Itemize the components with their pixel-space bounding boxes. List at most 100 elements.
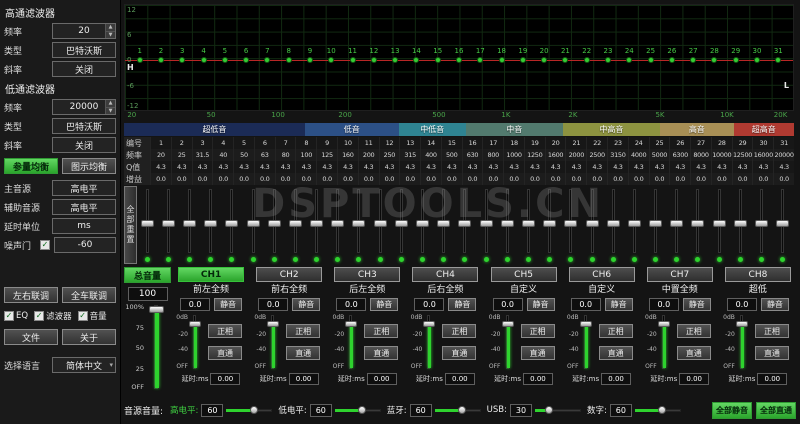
channel-tab-ch2[interactable]: CH2	[256, 267, 322, 282]
parametric-eq-button[interactable]: 参量均衡	[4, 158, 58, 174]
slider-thumb[interactable]	[267, 321, 279, 327]
channel-mute-button[interactable]: 静音	[527, 298, 555, 311]
slider-thumb[interactable]	[247, 220, 260, 227]
eq-band-handle[interactable]	[222, 57, 228, 63]
link-all-button[interactable]: 全车联调	[62, 287, 116, 303]
slider-thumb[interactable]	[416, 220, 429, 227]
slider-thumb[interactable]	[149, 306, 164, 313]
channel-phase-button[interactable]: 正相	[442, 324, 476, 338]
lpf-freq-input[interactable]: 20000 ▲▼	[52, 99, 116, 115]
noise-gate-value-box[interactable]: -60	[54, 237, 116, 253]
slider-thumb[interactable]	[658, 406, 666, 414]
slider-thumb[interactable]	[502, 321, 514, 327]
channel-gain-value[interactable]: 0.0	[258, 298, 288, 311]
eq-gain-slider[interactable]	[370, 186, 391, 264]
eq-band-handle[interactable]	[328, 57, 334, 63]
slider-thumb[interactable]	[480, 220, 493, 227]
eq-gain-slider[interactable]	[158, 186, 179, 264]
eq-band-handle[interactable]	[456, 57, 462, 63]
eq-gain-slider[interactable]	[603, 186, 624, 264]
noise-gate-checkbox[interactable]: ✓	[40, 240, 50, 250]
slider-thumb[interactable]	[141, 220, 154, 227]
slider-thumb[interactable]	[649, 220, 662, 227]
slider-thumb[interactable]	[755, 220, 768, 227]
slider-thumb[interactable]	[458, 406, 466, 414]
channel-mute-button[interactable]: 静音	[605, 298, 633, 311]
source-volume-value[interactable]: 60	[610, 404, 632, 417]
channel-through-button[interactable]: 直通	[286, 346, 320, 360]
channel-volume-slider[interactable]	[580, 314, 592, 370]
eq-band-handle[interactable]	[413, 57, 419, 63]
channel-mute-button[interactable]: 静音	[292, 298, 320, 311]
eq-band-handle[interactable]	[733, 57, 739, 63]
channel-tab-ch4[interactable]: CH4	[412, 267, 478, 282]
eq-gain-slider[interactable]	[264, 186, 285, 264]
slider-thumb[interactable]	[734, 220, 747, 227]
channel-phase-button[interactable]: 正相	[364, 324, 398, 338]
eq-gain-slider[interactable]	[285, 186, 306, 264]
channel-through-button[interactable]: 直通	[208, 346, 242, 360]
channel-gain-value[interactable]: 0.0	[649, 298, 679, 311]
channel-through-button[interactable]: 直通	[677, 346, 711, 360]
eq-band-handle[interactable]	[562, 57, 568, 63]
source-volume-value[interactable]: 30	[510, 404, 532, 417]
slider-thumb[interactable]	[580, 321, 592, 327]
eq-band-handle[interactable]	[137, 57, 143, 63]
master-volume-button[interactable]: 总音量	[124, 267, 171, 283]
through-all-button[interactable]: 全部直通	[756, 402, 796, 419]
master-volume-slider[interactable]	[148, 303, 168, 391]
slider-thumb[interactable]	[289, 220, 302, 227]
channel-tab-ch6[interactable]: CH6	[569, 267, 635, 282]
eq-band-handle[interactable]	[201, 57, 207, 63]
slider-thumb[interactable]	[183, 220, 196, 227]
channel-tab-ch7[interactable]: CH7	[647, 267, 713, 282]
channel-through-button[interactable]: 直通	[364, 346, 398, 360]
channel-gain-value[interactable]: 0.0	[727, 298, 757, 311]
language-select[interactable]: 简体中文 ▾	[52, 357, 116, 373]
channel-volume-slider[interactable]	[736, 314, 748, 370]
slider-thumb[interactable]	[607, 220, 620, 227]
eq-gain-slider[interactable]	[455, 186, 476, 264]
channel-phase-button[interactable]: 正相	[208, 324, 242, 338]
eq-band-handle[interactable]	[307, 57, 313, 63]
eq-gain-slider[interactable]	[688, 186, 709, 264]
slider-thumb[interactable]	[776, 220, 789, 227]
slider-thumb[interactable]	[564, 220, 577, 227]
eq-band-handle[interactable]	[243, 57, 249, 63]
eq-gain-slider[interactable]	[412, 186, 433, 264]
slider-thumb[interactable]	[250, 406, 258, 414]
slider-thumb[interactable]	[628, 220, 641, 227]
lpf-type-select[interactable]: 巴特沃斯	[52, 118, 116, 134]
reset-all-button[interactable]: 全部重置	[124, 186, 137, 264]
eq-gain-slider[interactable]	[709, 186, 730, 264]
slider-thumb[interactable]	[501, 220, 514, 227]
channel-delay-value[interactable]: 0.00	[757, 373, 787, 385]
spin-down-icon[interactable]: ▼	[106, 31, 115, 39]
slider-thumb[interactable]	[736, 321, 748, 327]
channel-delay-value[interactable]: 0.00	[445, 373, 475, 385]
eq-gain-slider[interactable]	[222, 186, 243, 264]
eq-gain-slider[interactable]	[307, 186, 328, 264]
eq-gain-slider[interactable]	[751, 186, 772, 264]
channel-phase-button[interactable]: 正相	[755, 324, 789, 338]
eq-gain-slider[interactable]	[349, 186, 370, 264]
slider-thumb[interactable]	[658, 321, 670, 327]
channel-volume-slider[interactable]	[658, 314, 670, 370]
slider-thumb[interactable]	[374, 220, 387, 227]
eq-band-handle[interactable]	[286, 57, 292, 63]
eq-band-handle[interactable]	[584, 57, 590, 63]
eq-gain-slider[interactable]	[137, 186, 158, 264]
channel-delay-value[interactable]: 0.00	[601, 373, 631, 385]
eq-band-handle[interactable]	[392, 57, 398, 63]
source-volume-slider[interactable]	[435, 404, 481, 416]
slider-thumb[interactable]	[543, 220, 556, 227]
slider-thumb[interactable]	[691, 220, 704, 227]
graphic-eq-button[interactable]: 图示均衡	[62, 158, 116, 174]
mute-all-button[interactable]: 全部静音	[712, 402, 752, 419]
slider-thumb[interactable]	[331, 220, 344, 227]
eq-gain-slider[interactable]	[476, 186, 497, 264]
slider-thumb[interactable]	[423, 321, 435, 327]
channel-gain-value[interactable]: 0.0	[571, 298, 601, 311]
aux-source-select[interactable]: 高电平	[52, 199, 116, 215]
channel-volume-slider[interactable]	[189, 314, 201, 370]
